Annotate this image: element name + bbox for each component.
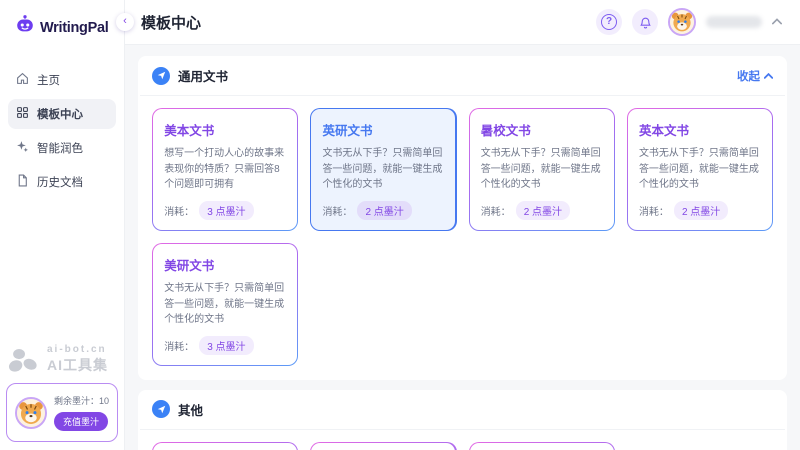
template-card-footer: 消耗： 2 点墨汁 — [639, 193, 761, 220]
notification-bell-icon[interactable] — [632, 9, 658, 35]
template-card[interactable]: Diversity Statement 把你的独特经历告诉墨宝，就能讲述你不一样… — [152, 442, 298, 450]
cost-prefix-label: 消耗： — [481, 203, 511, 218]
template-card[interactable]: UC & Common App 活动列表 总是拿捏不准限定的字数？交给我们！ 消… — [469, 442, 615, 450]
template-card-description: 文书无从下手？只需简单回答一些问题，就能一键生成个性化的文书 — [481, 146, 603, 193]
sidebar-item-label: 历史文档 — [37, 174, 83, 190]
page-title: 模板中心 — [141, 12, 201, 33]
watermark-title: AI工具集 — [47, 355, 108, 375]
ink-cost-badge: 3 点墨汁 — [199, 336, 253, 355]
template-card[interactable]: 英研文书 文书无从下手？只需简单回答一些问题，就能一键生成个性化的文书 消耗： … — [310, 108, 456, 231]
cost-prefix-label: 消耗： — [322, 203, 352, 218]
section-general-docs: 通用文书 收起 美本文书 想写一个打动人心的故事来表现你的特质？只需回答8个问题… — [138, 56, 787, 380]
app-logo: WritingPal — [0, 0, 124, 51]
section-header: 其他 — [138, 390, 787, 429]
template-card-description: 想写一个打动人心的故事来表现你的特质？只需回答8个问题即可拥有 — [164, 146, 286, 193]
sidebar-collapse-button[interactable]: ‹ — [116, 13, 134, 31]
template-card-grid: 美本文书 想写一个打动人心的故事来表现你的特质？只需回答8个问题即可拥有 消耗：… — [138, 96, 787, 380]
recharge-ink-button[interactable]: 充值墨汁 — [54, 412, 108, 431]
ink-cost-badge: 3 点墨汁 — [199, 201, 253, 220]
template-card-title: 英本文书 — [639, 120, 761, 139]
user-avatar[interactable] — [668, 8, 696, 36]
sparkle-icon — [16, 140, 29, 156]
collapse-section-button[interactable]: 收起 — [737, 68, 773, 84]
paper-plane-icon — [152, 400, 170, 418]
template-card[interactable]: 美研文书 文书无从下手？只需简单回答一些问题，就能一键生成个性化的文书 消耗： … — [152, 243, 298, 366]
chevron-up-icon — [764, 73, 773, 79]
content-scroll-area[interactable]: 通用文书 收起 美本文书 想写一个打动人心的故事来表现你的特质？只需回答8个问题… — [125, 45, 800, 450]
template-card-title: 英研文书 — [322, 120, 444, 139]
sidebar: WritingPal 主页 模板中心 智能润色 历史文档 — [0, 0, 125, 450]
sidebar-bottom: ai-bot.cn AI工具集 剩余墨汁：10 充值墨汁 — [0, 340, 124, 450]
sidebar-item-history-docs[interactable]: 历史文档 — [8, 167, 116, 197]
template-card-description: 文书无从下手？只需简单回答一些问题，就能一键生成个性化的文书 — [639, 146, 761, 193]
app-root: WritingPal 主页 模板中心 智能润色 历史文档 — [0, 0, 800, 450]
template-card-footer: 消耗： 3 点墨汁 — [164, 193, 286, 220]
template-card-grid: Diversity Statement 把你的独特经历告诉墨宝，就能讲述你不一样… — [138, 430, 787, 450]
paper-plane-icon — [152, 67, 170, 85]
ai-bot-logo-icon — [8, 347, 42, 373]
template-card-footer: 消耗： 3 点墨汁 — [164, 328, 286, 355]
user-ink-card: 剩余墨汁：10 充值墨汁 — [6, 383, 118, 442]
template-card-title: 美本文书 — [164, 120, 286, 139]
sidebar-item-label: 智能润色 — [37, 140, 83, 156]
template-card-title: 美研文书 — [164, 255, 286, 274]
topbar: 模板中心 ? — [125, 0, 800, 45]
cost-prefix-label: 消耗： — [164, 338, 194, 353]
main-area: ‹ 模板中心 ? — [125, 0, 800, 450]
robot-logo-icon — [14, 14, 36, 41]
avatar — [15, 397, 47, 429]
sidebar-nav: 主页 模板中心 智能润色 历史文档 — [0, 65, 124, 197]
app-name: WritingPal — [40, 20, 108, 36]
cost-prefix-label: 消耗： — [164, 203, 194, 218]
section-title: 通用文书 — [178, 66, 228, 85]
help-icon[interactable]: ? — [596, 9, 622, 35]
sidebar-item-template-center[interactable]: 模板中心 — [8, 99, 116, 129]
template-card[interactable]: 英本文书 文书无从下手？只需简单回答一些问题，就能一键生成个性化的文书 消耗： … — [627, 108, 773, 231]
section-title: 其他 — [178, 400, 203, 419]
remaining-ink-label: 剩余墨汁：10 — [54, 394, 109, 407]
template-card-footer: 消耗： 2 点墨汁 — [481, 193, 603, 220]
grid-icon — [16, 106, 29, 122]
topbar-actions: ? — [596, 8, 782, 36]
cost-prefix-label: 消耗： — [639, 203, 669, 218]
template-card-description: 文书无从下手？只需简单回答一些问题，就能一键生成个性化的文书 — [322, 146, 444, 193]
section-others: 其他 Diversity Statement 把你的独特经历告诉墨宝，就能讲述你… — [138, 390, 787, 450]
home-icon — [16, 72, 29, 88]
sidebar-item-label: 主页 — [37, 72, 60, 88]
chevron-up-icon[interactable] — [772, 17, 782, 28]
username-masked — [706, 16, 762, 28]
watermark-domain: ai-bot.cn — [47, 344, 108, 355]
template-card[interactable]: 暑校文书 文书无从下手？只需简单回答一些问题，就能一键生成个性化的文书 消耗： … — [469, 108, 615, 231]
template-card-footer: 消耗： 2 点墨汁 — [322, 193, 444, 220]
template-card[interactable]: 自定义模板 根据自身的需求，自行设计问题的模版，并且可以保存和收藏在未来使用 消… — [310, 442, 456, 450]
section-header: 通用文书 收起 — [138, 56, 787, 95]
template-card[interactable]: 美本文书 想写一个打动人心的故事来表现你的特质？只需回答8个问题即可拥有 消耗：… — [152, 108, 298, 231]
sidebar-item-home[interactable]: 主页 — [8, 65, 116, 95]
template-card-description: 文书无从下手？只需简单回答一些问题，就能一键生成个性化的文书 — [164, 281, 286, 328]
sidebar-item-smart-polish[interactable]: 智能润色 — [8, 133, 116, 163]
document-icon — [16, 174, 29, 190]
sidebar-item-label: 模板中心 — [37, 106, 83, 122]
template-card-title: 暑校文书 — [481, 120, 603, 139]
watermark: ai-bot.cn AI工具集 — [6, 340, 118, 383]
ink-cost-badge: 2 点墨汁 — [516, 201, 570, 220]
ink-cost-badge: 2 点墨汁 — [357, 201, 411, 220]
ink-cost-badge: 2 点墨汁 — [674, 201, 728, 220]
